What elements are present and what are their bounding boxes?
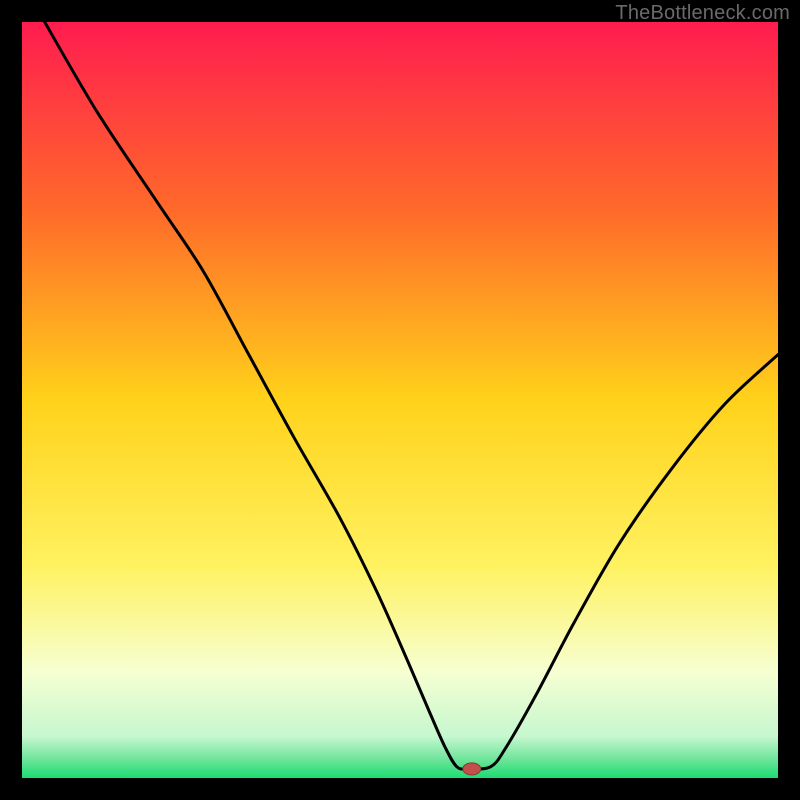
plot-area: [22, 22, 778, 778]
chart-svg: [22, 22, 778, 778]
watermark-text: TheBottleneck.com: [615, 2, 790, 25]
chart-frame: TheBottleneck.com: [0, 0, 800, 800]
gradient-background: [22, 22, 778, 778]
optimal-point-marker: [463, 763, 481, 775]
